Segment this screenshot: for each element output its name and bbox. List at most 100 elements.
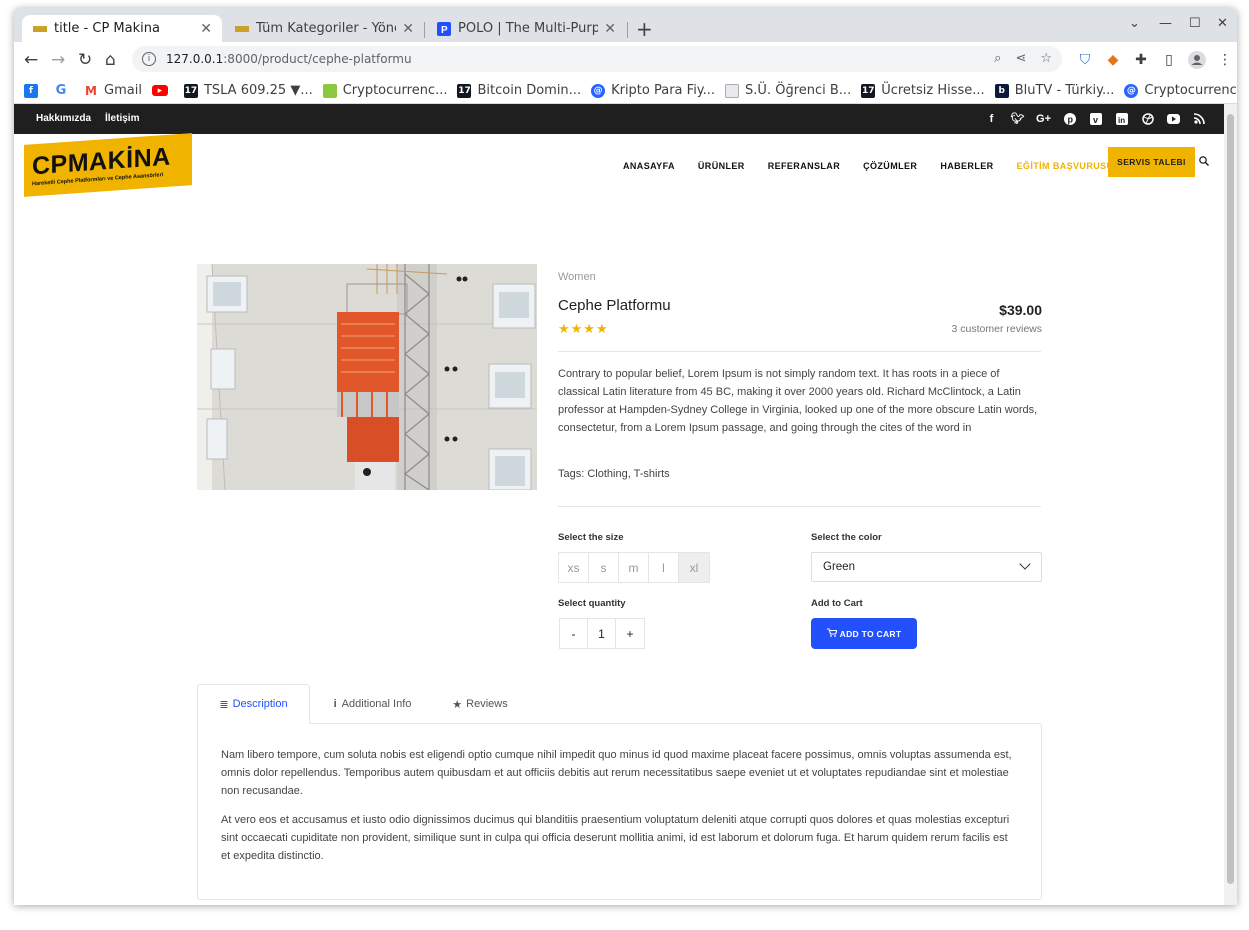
cart-icon (826, 628, 838, 639)
google-plus-icon[interactable]: G+ (1036, 112, 1051, 125)
nav-cozumler[interactable]: ÇÖZÜMLER (863, 161, 917, 171)
zoom-icon[interactable]: ⌕ (994, 51, 1001, 66)
color-select[interactable]: Green (811, 552, 1042, 582)
bookmark-kripto[interactable]: @ Kripto Para Fiy... (591, 83, 715, 98)
bookmark-youtube[interactable]: ▸ (151, 85, 174, 96)
nav-egitim-basvurusu[interactable]: EĞİTİM BAŞVURUSU (1017, 161, 1114, 171)
add-to-cart-label: Add to Cart (811, 598, 863, 609)
size-option-s[interactable]: s (589, 553, 619, 582)
quantity-plus-button[interactable]: + (616, 619, 644, 648)
reload-icon[interactable]: ↻ (78, 50, 92, 70)
side-panel-icon[interactable]: ▯ (1160, 51, 1178, 69)
nav-referanslar[interactable]: REFERANSLAR (768, 161, 840, 171)
bookmark-crypto-2[interactable]: @Cryptocurrenc... (1124, 83, 1237, 98)
browser-toolbar: ← → ↻ ⌂ i 127.0.0.1:8000/product/cephe-p… (14, 42, 1237, 78)
close-tab-icon[interactable]: ✕ (402, 21, 414, 37)
bookmark-su-ogrenci[interactable]: S.Ü. Öğrenci B... (725, 83, 851, 98)
share-icon[interactable]: ⋖ (1015, 51, 1026, 66)
youtube-icon[interactable] (1167, 112, 1180, 125)
page-scrollbar[interactable] (1224, 104, 1237, 905)
size-label: Select the size (558, 532, 624, 543)
tab-description[interactable]: ≣ Description (197, 684, 310, 724)
tab-search-chevron-icon[interactable]: ⌄ (1129, 16, 1140, 31)
close-window-icon[interactable]: ✕ (1217, 16, 1228, 31)
forward-icon[interactable]: → (51, 50, 65, 70)
extensions-puzzle-icon[interactable]: ✚ (1132, 51, 1150, 69)
site-info-icon[interactable]: i (142, 52, 156, 66)
star-icon: ★ (452, 698, 463, 711)
list-icon: ≣ (219, 698, 229, 711)
vimeo-icon[interactable]: v (1089, 112, 1102, 125)
search-icon[interactable] (1199, 156, 1209, 169)
home-icon[interactable]: ⌂ (105, 50, 116, 70)
dribbble-icon[interactable] (1141, 112, 1154, 125)
url-text: 127.0.0.1:8000/product/cephe-platformu (166, 52, 412, 66)
bookmark-blutv[interactable]: b BluTV - Türkiy... (994, 83, 1114, 98)
nav-urunler[interactable]: ÜRÜNLER (698, 161, 745, 171)
bookmark-crypto-1[interactable]: Cryptocurrenc... (322, 83, 447, 98)
tab-cp-makina[interactable]: title - CP Makina ✕ (22, 15, 222, 42)
tab-reviews[interactable]: ★ Reviews (440, 684, 520, 724)
tab-polo[interactable]: P POLO | The Multi-Purpose ✕ (426, 15, 626, 42)
tradingview-icon: 17 (861, 83, 876, 98)
quantity-input[interactable]: 1 (588, 619, 616, 648)
close-tab-icon[interactable]: ✕ (200, 21, 212, 37)
nav-anasayfa[interactable]: ANASAYFA (623, 161, 675, 171)
new-tab-icon[interactable]: + (636, 17, 653, 41)
site-logo[interactable]: CPMAKİNA Hareketli Cephe Platformları ve… (24, 133, 192, 197)
gmail-icon: M (85, 83, 97, 98)
color-selected-value: Green (823, 561, 855, 573)
tab-kategoriler[interactable]: Tüm Kategoriler - Yönetic ✕ (224, 15, 424, 42)
quantity-minus-button[interactable]: - (560, 619, 588, 648)
review-count-link[interactable]: 3 customer reviews (952, 323, 1042, 335)
pinterest-icon[interactable]: p (1063, 112, 1076, 125)
bookmark-gmail[interactable]: M Gmail (84, 83, 142, 98)
rss-icon[interactable] (1193, 112, 1206, 125)
minimize-icon[interactable]: — (1159, 16, 1172, 31)
info-icon: i (333, 698, 337, 710)
product-tabs: ≣ Description i Additional Info ★ Review… (197, 684, 1042, 724)
cp-makina-favicon-icon (32, 21, 48, 37)
bookmark-star-icon[interactable]: ☆ (1040, 51, 1052, 66)
kripto-icon: @ (1124, 83, 1139, 98)
menu-dots-icon[interactable]: ⋮ (1216, 51, 1234, 69)
size-option-m[interactable]: m (619, 553, 649, 582)
add-to-cart-button-label: ADD TO CART (839, 628, 902, 639)
twitter-icon[interactable]: 🐦︎ (1011, 112, 1025, 125)
maximize-icon[interactable]: ☐ (1189, 16, 1201, 31)
youtube-icon: ▸ (151, 85, 168, 96)
bookmark-facebook[interactable]: f (24, 83, 44, 98)
size-option-xs[interactable]: xs (559, 553, 589, 582)
servis-talebi-button[interactable]: SERVIS TALEBI (1108, 147, 1195, 177)
site-topbar: Hakkımızda İletişim f 🐦︎ G+ p v in (14, 104, 1224, 134)
shield-extension-icon[interactable]: ⛉ (1076, 51, 1094, 69)
bookmark-tsla[interactable]: 17 TSLA 609.25 ▼... (183, 83, 313, 98)
facebook-icon[interactable]: f (985, 112, 998, 125)
link-hakkimizda[interactable]: Hakkımızda (36, 113, 91, 124)
linkedin-icon[interactable]: in (1115, 112, 1128, 125)
quantity-stepper: - 1 + (559, 618, 645, 649)
size-option-l[interactable]: l (649, 553, 679, 582)
bookmark-ucretsiz-hisse[interactable]: 17 Ücretsiz Hisse... (861, 83, 985, 98)
tradingview-icon: 17 (457, 83, 472, 98)
profile-avatar-icon[interactable] (1188, 51, 1206, 69)
product-category[interactable]: Women (558, 271, 596, 283)
metamask-extension-icon[interactable]: ◆ (1104, 51, 1122, 69)
address-bar[interactable]: i 127.0.0.1:8000/product/cephe-platformu… (132, 46, 1062, 72)
bookmark-google[interactable]: G (54, 83, 74, 98)
add-to-cart-button[interactable]: ADD TO CART (811, 618, 917, 649)
product-title: Cephe Platformu (558, 297, 671, 314)
svg-text:v: v (1093, 115, 1098, 125)
google-icon: G (55, 83, 67, 98)
bookmark-bitcoin-dominance[interactable]: 17 Bitcoin Domin... (457, 83, 581, 98)
back-icon[interactable]: ← (24, 50, 38, 70)
size-option-xl[interactable]: xl (679, 553, 709, 582)
tab-additional-info[interactable]: i Additional Info (315, 684, 430, 724)
scrollbar-thumb[interactable] (1227, 114, 1234, 884)
page-viewport: Hakkımızda İletişim f 🐦︎ G+ p v in CPMAK… (14, 104, 1224, 905)
tab-strip: title - CP Makina ✕ Tüm Kategoriler - Yö… (14, 8, 1237, 42)
close-tab-icon[interactable]: ✕ (604, 21, 616, 37)
link-iletisim[interactable]: İletişim (105, 113, 139, 124)
cp-makina-favicon-icon (234, 21, 250, 37)
nav-haberler[interactable]: HABERLER (940, 161, 993, 171)
